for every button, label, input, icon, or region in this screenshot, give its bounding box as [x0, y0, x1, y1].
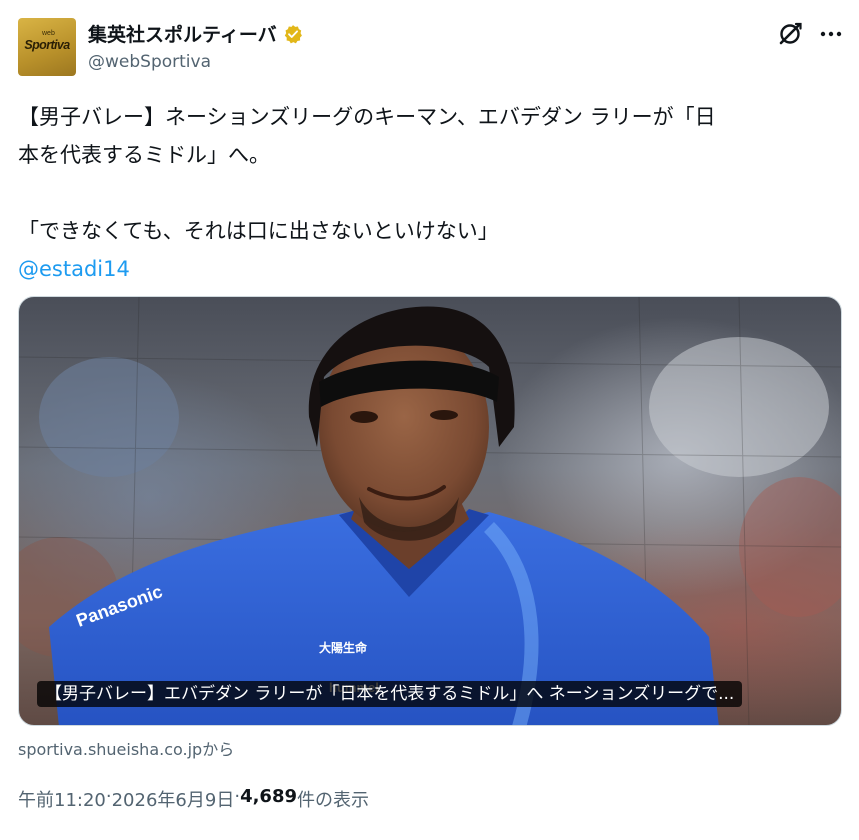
tweet-line-1: 【男子バレー】ネーションズリーグのキーマン、エバデダン ラリーが「日 — [18, 105, 716, 129]
views-count[interactable]: 4,689 — [240, 786, 297, 812]
tweet-date[interactable]: 2026年6月9日 — [112, 786, 235, 812]
avatar[interactable]: web Sportiva — [18, 18, 76, 76]
player-photo: 大陽生命 hummel Panasonic — [19, 297, 841, 725]
display-name[interactable]: 集英社スポルティーバ — [88, 20, 277, 47]
tweet-text: 【男子バレー】ネーションズリーグのキーマン、エバデダン ラリーが「日 本を代表す… — [18, 98, 848, 288]
tweet-line-2: 本を代表するミドル」へ。 — [18, 143, 270, 167]
verified-badge-icon[interactable] — [283, 24, 303, 44]
jersey-sponsor-text: 大陽生命 — [319, 640, 368, 655]
tweet-time[interactable]: 午前11:20 — [18, 786, 106, 812]
author-name-row: 集英社スポルティーバ — [88, 20, 303, 47]
grok-icon[interactable] — [776, 20, 804, 48]
tweet-line-3: 「できなくても、それは口に出さないといけない」 — [18, 219, 499, 243]
avatar-web-text: web — [42, 30, 55, 37]
tweet-blank-line — [18, 174, 848, 212]
link-card-image[interactable]: 大陽生命 hummel Panasonic 【男子バレー】エバデダン ラリーが「… — [18, 296, 842, 726]
avatar-brand-text: Sportiva — [24, 38, 70, 52]
tweet: web Sportiva 集英社スポルティーバ @webSportiva 【男子… — [0, 0, 859, 840]
link-card-source[interactable]: sportiva.shueisha.co.jpから — [18, 736, 234, 760]
mention-link[interactable]: @estadi14 — [18, 257, 130, 281]
author-handle[interactable]: @webSportiva — [88, 52, 211, 72]
tweet-meta: 午前11:20 · 2026年6月9日 · 4,689 件の表示 — [18, 786, 369, 812]
more-icon[interactable] — [818, 20, 844, 48]
views-label: 件の表示 — [297, 790, 369, 811]
link-card-title[interactable]: 【男子バレー】エバデダン ラリーが「日本を代表するミドル」へ ネーションズリーグ… — [37, 681, 743, 707]
